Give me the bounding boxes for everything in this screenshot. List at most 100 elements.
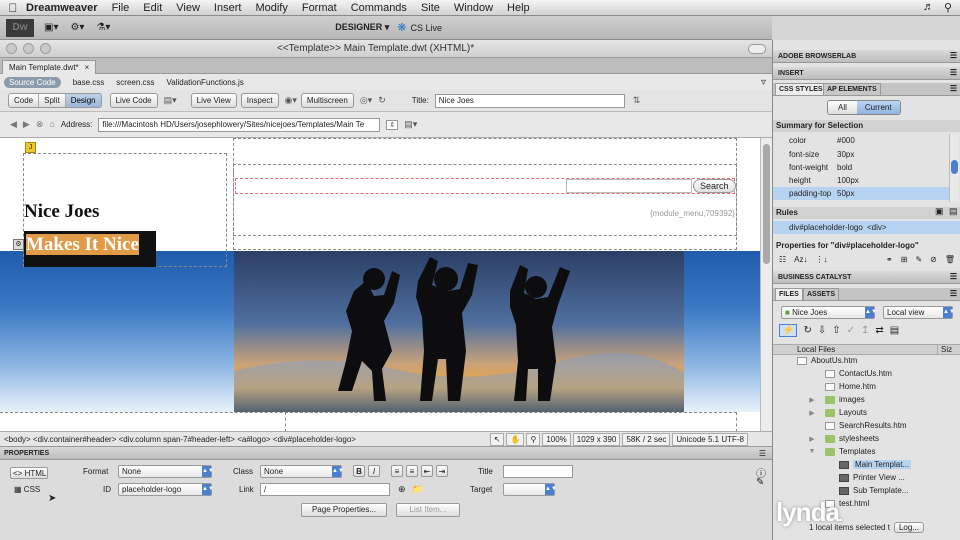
menu-file[interactable]: File: [112, 2, 130, 14]
files-refresh-icon[interactable]: ↻: [803, 325, 811, 336]
site-select[interactable]: ■ Nice Joes ▲▼: [781, 306, 877, 319]
cs-live-button[interactable]: ❋ CS Live: [397, 21, 442, 34]
gear-icon[interactable]: ⚙▾: [70, 22, 84, 33]
stop-icon[interactable]: ⊗: [36, 119, 44, 130]
search-button[interactable]: Search: [693, 179, 736, 193]
class-select[interactable]: None ▲▼: [260, 465, 344, 478]
summary-row[interactable]: font-size 30px: [773, 148, 949, 161]
expand-arrow-icon[interactable]: ▶: [799, 409, 825, 417]
source-code-button[interactable]: Source Code: [4, 76, 61, 88]
menu-format[interactable]: Format: [302, 2, 337, 14]
indent-icon[interactable]: ⇥: [436, 465, 448, 477]
css-mode-button[interactable]: ▦ CSS: [14, 485, 40, 494]
put-files-icon[interactable]: ⇧: [832, 325, 840, 336]
ordered-list-icon[interactable]: ≡: [406, 465, 418, 477]
summary-scrollbar[interactable]: [949, 134, 959, 202]
quick-tag-editor-icon[interactable]: ✎: [756, 477, 764, 488]
category-view-icon[interactable]: ☷: [779, 255, 786, 264]
live-code-button[interactable]: Live Code: [109, 93, 158, 108]
check-in-icon[interactable]: ↥: [861, 325, 869, 336]
multiscreen-button[interactable]: Multiscreen: [300, 93, 354, 108]
file-row[interactable]: Sub Template...: [773, 484, 951, 497]
canvas-vertical-scrollbar[interactable]: [760, 138, 772, 431]
target-select[interactable]: ▲▼: [503, 483, 557, 496]
attach-stylesheet-icon[interactable]: ⚭: [886, 255, 893, 264]
tab-ap-elements[interactable]: AP ELEMENTS: [823, 83, 881, 96]
tab-assets[interactable]: ASSETS: [803, 288, 840, 301]
summary-row[interactable]: height 100px: [773, 174, 949, 187]
rules-about-icon[interactable]: ▣: [935, 206, 944, 217]
address-dropdown-icon[interactable]: ⇕: [386, 119, 399, 130]
folder-row[interactable]: ▶ stylesheets: [773, 432, 951, 445]
tag-selector-path[interactable]: <body> <div.container#header> <div.colum…: [4, 435, 356, 444]
all-button[interactable]: All: [828, 101, 857, 114]
related-file-base-css[interactable]: base.css: [73, 78, 105, 87]
menu-help[interactable]: Help: [507, 2, 530, 14]
address-input[interactable]: file:///Macintosh HD/Users/josephlowery/…: [98, 117, 381, 132]
script-marker-icon[interactable]: J: [25, 142, 36, 153]
new-rule-icon[interactable]: ⊞: [901, 255, 908, 264]
browse-folder-icon[interactable]: 📁: [412, 484, 423, 495]
check-page-icon[interactable]: ▤▾: [164, 95, 177, 106]
log-button[interactable]: Log...: [893, 521, 924, 533]
files-panel-menu-icon[interactable]: ☰: [950, 289, 957, 298]
search-region[interactable]: [233, 164, 737, 236]
summary-scroll-thumb[interactable]: [951, 160, 958, 174]
get-files-icon[interactable]: ⇩: [818, 325, 826, 336]
format-select[interactable]: None ▲▼: [118, 465, 214, 478]
menu-site[interactable]: Site: [421, 2, 440, 14]
business-catalyst-header[interactable]: BUSINESS CATALYST ☰: [773, 271, 960, 284]
outdent-icon[interactable]: ⇤: [421, 465, 433, 477]
close-tab-icon[interactable]: ×: [85, 63, 90, 72]
tab-files[interactable]: FILES: [775, 288, 803, 300]
insert-panel-header[interactable]: INSERT ☰: [773, 67, 960, 80]
search-input[interactable]: [566, 179, 692, 193]
menu-commands[interactable]: Commands: [351, 2, 407, 14]
folder-row[interactable]: ▶ images: [773, 393, 951, 406]
alpha-view-icon[interactable]: Az↓: [794, 255, 807, 264]
split-view-button[interactable]: Split: [39, 94, 66, 107]
file-row[interactable]: Printer View ...: [773, 471, 951, 484]
zoom-window-button[interactable]: [40, 43, 51, 54]
menu-view[interactable]: View: [176, 2, 200, 14]
zoom-tool-icon[interactable]: ⚲: [526, 433, 541, 446]
hero-photo[interactable]: [234, 251, 684, 412]
home-icon[interactable]: ⌂: [49, 119, 54, 130]
refresh-icon[interactable]: ↻: [378, 95, 386, 106]
rule-row[interactable]: div#placeholder-logo <div>: [773, 221, 960, 234]
browserlab-menu-icon[interactable]: ☰: [950, 51, 957, 60]
tagline-block[interactable]: Makes It Nice: [24, 231, 156, 267]
design-view-button[interactable]: Design: [65, 94, 101, 107]
file-row-selected[interactable]: Main Templat...: [773, 458, 951, 471]
view-select[interactable]: Local view ▲▼: [883, 306, 955, 319]
expand-arrow-icon[interactable]: ▶: [799, 396, 825, 404]
business-catalyst-menu-icon[interactable]: ☰: [950, 272, 957, 281]
css-panel-menu-icon[interactable]: ☰: [950, 84, 957, 93]
browse-options-icon[interactable]: ▤▾: [404, 119, 417, 130]
file-row[interactable]: ContactUs.htm: [773, 367, 951, 380]
menu-window[interactable]: Window: [454, 2, 493, 14]
summary-row[interactable]: color #000: [773, 134, 949, 147]
inspect-button[interactable]: Inspect: [240, 93, 279, 108]
disable-rule-icon[interactable]: ⊘: [930, 255, 937, 264]
set-properties-icon[interactable]: ⋮↓: [816, 255, 828, 264]
back-icon[interactable]: ◀: [10, 119, 17, 130]
file-row[interactable]: Home.htm: [773, 380, 951, 393]
window-size[interactable]: 1029 x 390: [572, 433, 621, 446]
unordered-list-icon[interactable]: ≡: [391, 465, 403, 477]
zoom-level[interactable]: 100%: [542, 433, 571, 446]
edit-rule-icon[interactable]: ✎: [915, 255, 922, 264]
scrollbar-thumb[interactable]: [763, 144, 770, 264]
forward-icon[interactable]: ▶: [23, 119, 30, 130]
local-files-column[interactable]: Local Files: [773, 345, 937, 354]
ap-element-anchor-icon[interactable]: ⚙: [13, 239, 24, 250]
menu-insert[interactable]: Insert: [214, 2, 242, 14]
hand-tool-icon[interactable]: ✋: [506, 433, 525, 446]
layout-icon[interactable]: ▣▾: [44, 22, 58, 33]
site-icon[interactable]: ⚗▾: [96, 22, 110, 33]
visual-aids-icon[interactable]: ◎▾: [360, 95, 372, 106]
expand-arrow-icon[interactable]: ▶: [799, 435, 825, 443]
browserlab-panel-header[interactable]: ADOBE BROWSERLAB ☰: [773, 50, 960, 63]
file-row[interactable]: AboutUs.htm: [773, 354, 951, 367]
content-region[interactable]: [285, 412, 737, 431]
